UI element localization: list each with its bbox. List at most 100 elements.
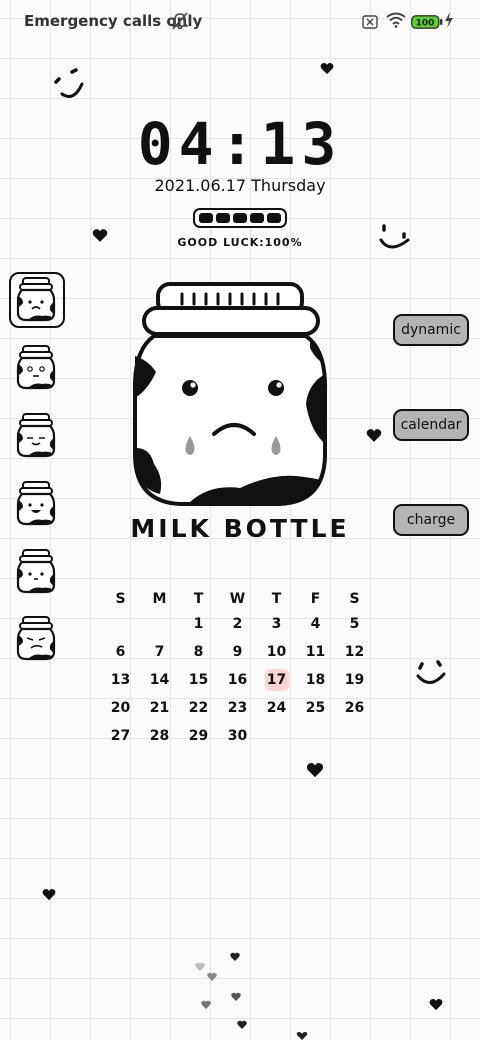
luck-segment <box>250 213 264 223</box>
calendar-day[interactable]: 30 <box>218 722 257 750</box>
luck-segment <box>233 213 247 223</box>
weekday-header: F <box>310 591 321 607</box>
day-number: 10 <box>266 644 287 660</box>
day-number: 18 <box>305 672 326 688</box>
day-number: 11 <box>305 644 326 660</box>
calendar-day[interactable]: 5 <box>335 610 374 638</box>
calm-bottle-icon[interactable] <box>16 548 56 594</box>
battery-icon: 100 <box>411 14 443 33</box>
calendar-day[interactable]: 12 <box>335 638 374 666</box>
milk-bottle-illustration <box>132 282 328 506</box>
day-number: 8 <box>193 644 204 660</box>
calendar-day[interactable]: 28 <box>140 722 179 750</box>
calendar-grid: SMTWTFS 1 2 3 4 5 6 7 8 9 10 11 12 13 14 15 16 17 18 19 20 2… <box>101 588 374 750</box>
falling-hearts-icon <box>195 952 247 1029</box>
luck-segment <box>216 213 230 223</box>
weekday-header: M <box>152 591 167 607</box>
calendar-empty-cell <box>335 722 374 750</box>
calendar-day[interactable]: 15 <box>179 666 218 694</box>
day-number: 6 <box>115 644 126 660</box>
clock-time: 04:13 <box>137 110 343 178</box>
bell-off-icon <box>171 12 189 34</box>
day-number: 22 <box>188 700 209 716</box>
heart-icon <box>42 888 56 901</box>
calendar-day[interactable]: 6 <box>101 638 140 666</box>
smiley-doodle-icon <box>416 660 446 684</box>
calendar-day[interactable]: 16 <box>218 666 257 694</box>
day-number: 1 <box>193 616 204 632</box>
calendar-today[interactable]: 17 <box>257 666 296 694</box>
weekday-header: W <box>229 591 246 607</box>
luck-segment <box>267 213 281 223</box>
day-number: 7 <box>154 644 165 660</box>
calendar-day[interactable]: 7 <box>140 638 179 666</box>
calendar-week-row: 20 21 22 23 24 25 26 <box>101 694 374 722</box>
calendar-day[interactable]: 26 <box>335 694 374 722</box>
clock-date: 2021.06.17 Thursday <box>154 176 326 195</box>
day-number: 13 <box>110 672 131 688</box>
calendar-day[interactable]: 11 <box>296 638 335 666</box>
calendar-day[interactable]: 29 <box>179 722 218 750</box>
dizzy-bottle-icon[interactable] <box>16 344 56 390</box>
calendar-day[interactable]: 2 <box>218 610 257 638</box>
day-number: 26 <box>344 700 365 716</box>
calendar-week-row: 1 2 3 4 5 <box>101 610 374 638</box>
day-number: 9 <box>232 644 243 660</box>
heart-icon <box>366 429 382 442</box>
weekday-header: T <box>193 591 204 607</box>
calendar-day[interactable]: 20 <box>101 694 140 722</box>
heart-icon <box>320 62 334 75</box>
calendar-day[interactable]: 24 <box>257 694 296 722</box>
calendar-day[interactable]: 25 <box>296 694 335 722</box>
day-number: 21 <box>149 700 170 716</box>
sim-disabled-icon <box>362 14 378 33</box>
calendar-day[interactable]: 14 <box>140 666 179 694</box>
heart-icon <box>296 1032 308 1040</box>
calendar-day[interactable]: 22 <box>179 694 218 722</box>
day-number: 15 <box>188 672 209 688</box>
calendar-day[interactable]: 3 <box>257 610 296 638</box>
weekday-header: T <box>271 591 282 607</box>
calendar-day[interactable]: 23 <box>218 694 257 722</box>
day-number: 19 <box>344 672 365 688</box>
day-number: 28 <box>149 728 170 744</box>
calendar-day[interactable]: 9 <box>218 638 257 666</box>
day-number: 3 <box>271 616 282 632</box>
calendar-day[interactable]: 1 <box>179 610 218 638</box>
day-number: 12 <box>344 644 365 660</box>
day-number: 5 <box>349 616 360 632</box>
calendar-empty-cell <box>296 722 335 750</box>
today-highlight: 17 <box>264 669 289 691</box>
dynamic-button[interactable]: dynamic <box>393 314 469 346</box>
calendar-day[interactable]: 13 <box>101 666 140 694</box>
calendar-day[interactable]: 21 <box>140 694 179 722</box>
luck-progress-fill <box>199 213 281 223</box>
day-number: 16 <box>227 672 248 688</box>
luck-segment <box>199 213 213 223</box>
calendar-empty-cell <box>101 610 140 638</box>
charging-bolt-icon <box>444 12 454 32</box>
calendar-week-row: 6 7 8 9 10 11 12 <box>101 638 374 666</box>
sad-bottle-icon[interactable] <box>16 276 56 322</box>
day-number: 4 <box>310 616 321 632</box>
calendar-day[interactable]: 19 <box>335 666 374 694</box>
heart-icon <box>306 762 324 778</box>
calendar-day[interactable]: 10 <box>257 638 296 666</box>
day-number: 29 <box>188 728 209 744</box>
weekday-header: S <box>349 591 360 607</box>
calendar-day[interactable]: 4 <box>296 610 335 638</box>
day-number: 23 <box>227 700 248 716</box>
day-number: 14 <box>149 672 170 688</box>
luck-label: GOOD LUCK:100% <box>177 236 303 249</box>
day-number: 25 <box>305 700 326 716</box>
calendar-button[interactable]: calendar <box>393 409 469 441</box>
grumpy-bottle-icon[interactable] <box>16 615 56 661</box>
day-number: 2 <box>232 616 243 632</box>
luck-progress-bar <box>193 208 287 228</box>
sleepy-bottle-icon[interactable] <box>16 412 56 458</box>
calendar-day[interactable]: 18 <box>296 666 335 694</box>
day-number: 27 <box>110 728 131 744</box>
calendar-day[interactable]: 8 <box>179 638 218 666</box>
calendar-day[interactable]: 27 <box>101 722 140 750</box>
status-bar: Emergency calls only 100 <box>0 0 480 44</box>
